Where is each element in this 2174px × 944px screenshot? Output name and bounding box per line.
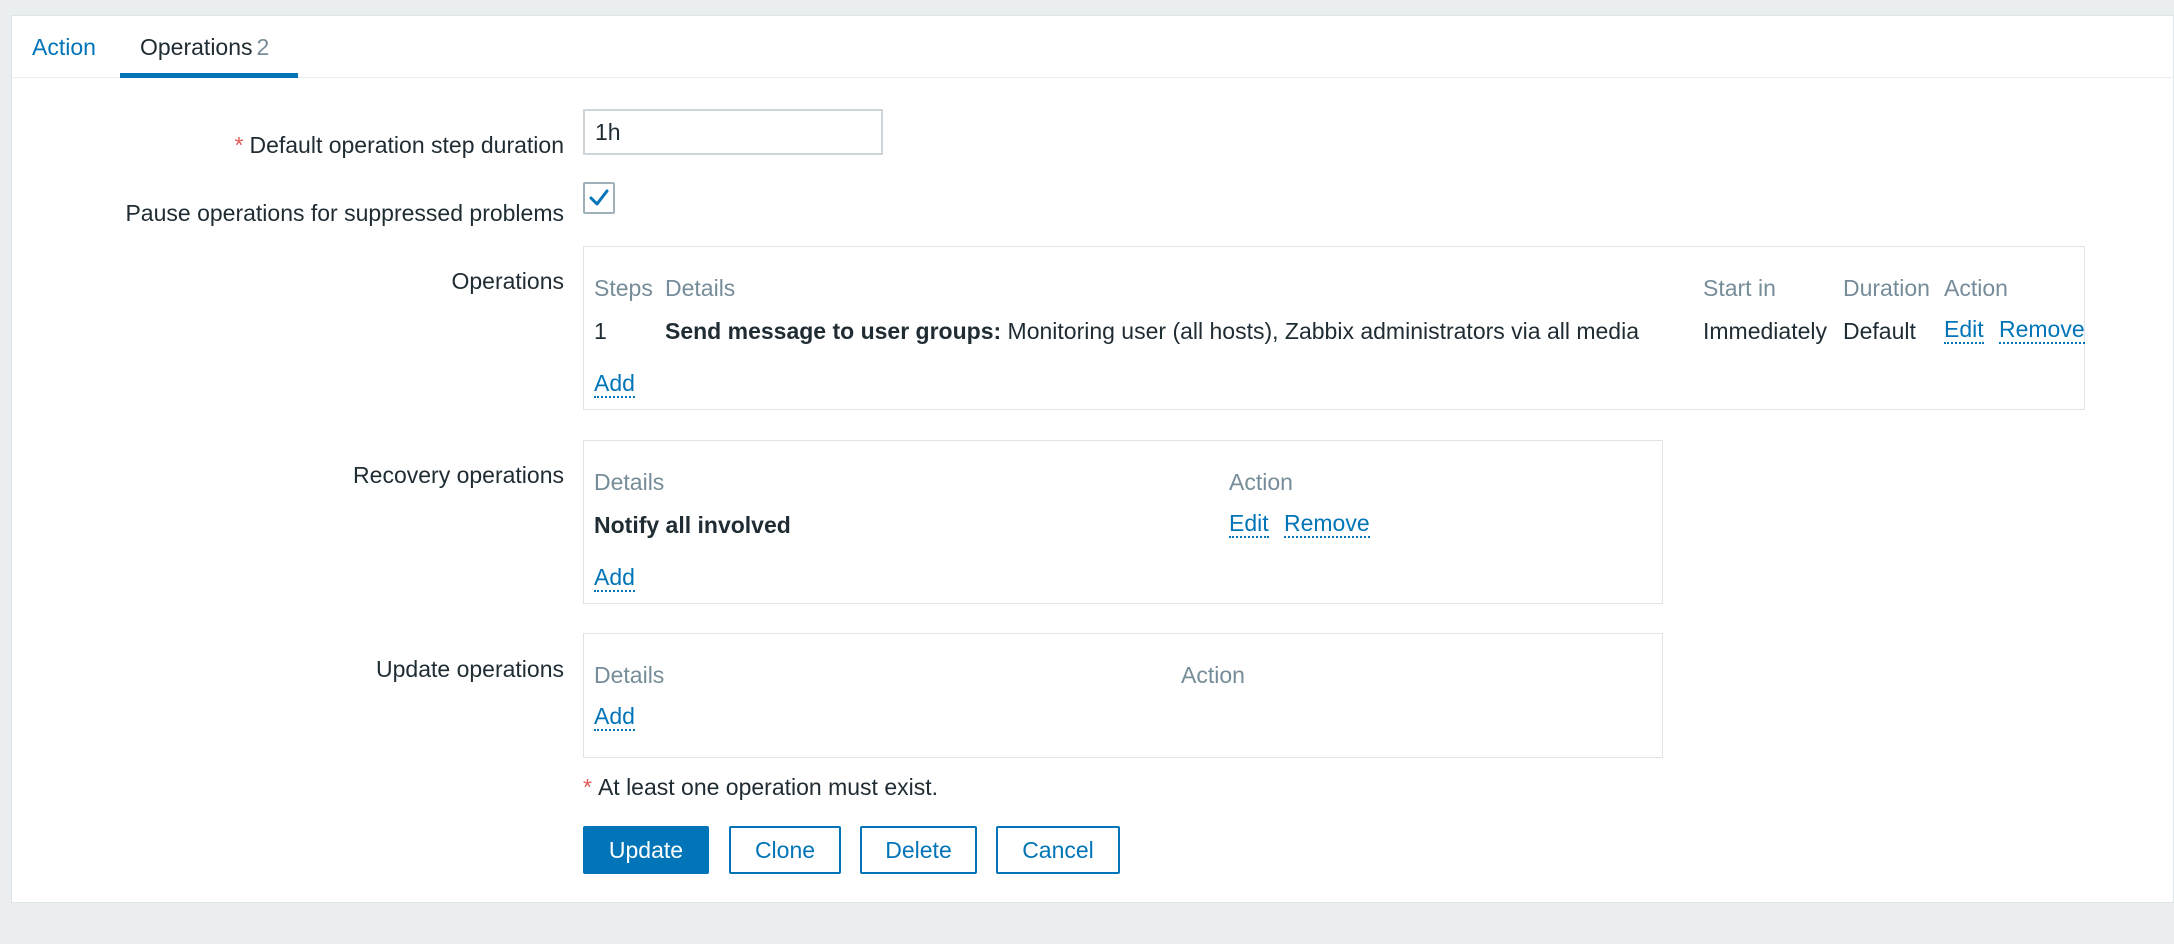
- col-steps: Steps: [594, 275, 653, 301]
- delete-button[interactable]: Delete: [860, 826, 977, 874]
- operation-details-text: Monitoring user (all hosts), Zabbix admi…: [1001, 318, 1639, 344]
- action-form-panel: Action Operations 2 * Default operation st…: [11, 15, 2174, 903]
- operation-duration: Default: [1843, 318, 1916, 344]
- tab-action[interactable]: Action: [32, 16, 96, 78]
- tab-operations-count: 2: [256, 34, 270, 60]
- step-duration-input[interactable]: [583, 109, 883, 155]
- validation-note: * At least one operation must exist.: [583, 774, 938, 801]
- recovery-remove-link[interactable]: Remove: [1284, 511, 1370, 538]
- required-mark: *: [583, 774, 592, 800]
- col-details: Details: [594, 469, 665, 495]
- add-recovery-operation-link[interactable]: Add: [594, 565, 635, 592]
- active-tab-indicator: [120, 73, 298, 78]
- update-operations-table: Details Action Add: [583, 633, 1663, 758]
- operation-remove-link[interactable]: Remove: [1999, 317, 2085, 344]
- col-details: Details: [594, 662, 665, 688]
- col-start-in: Start in: [1703, 275, 1776, 301]
- recovery-operations-table: Details Action Notify all involved Edit …: [583, 440, 1663, 604]
- col-action: Action: [1229, 469, 1293, 495]
- operation-start-in: Immediately: [1703, 318, 1827, 344]
- recovery-operations-label: Recovery operations: [353, 462, 564, 488]
- pause-suppressed-checkbox[interactable]: [583, 182, 615, 214]
- operations-table: Steps Details Start in Duration Action 1…: [583, 246, 2085, 410]
- operation-details-type: Send message to user groups:: [665, 318, 1002, 344]
- clone-button[interactable]: Clone: [729, 826, 841, 874]
- operation-edit-link[interactable]: Edit: [1944, 317, 1984, 344]
- operations-label: Operations: [451, 268, 564, 294]
- step-duration-label-text: Default operation step duration: [249, 132, 564, 158]
- checkmark-icon: [589, 189, 609, 206]
- tab-bar: Action Operations 2: [12, 16, 2173, 78]
- add-update-operation-link[interactable]: Add: [594, 704, 635, 731]
- col-action: Action: [1944, 275, 2008, 301]
- recovery-operation-details: Notify all involved: [594, 512, 791, 538]
- operation-step: 1: [594, 318, 607, 344]
- tab-action-label: Action: [32, 34, 96, 60]
- add-operation-link[interactable]: Add: [594, 371, 635, 398]
- update-operations-label: Update operations: [376, 656, 564, 682]
- recovery-edit-link[interactable]: Edit: [1229, 511, 1269, 538]
- col-details: Details: [665, 275, 736, 301]
- operation-details: Send message to user groups: Monitoring …: [665, 318, 1639, 345]
- step-duration-label: * Default operation step duration: [235, 132, 565, 159]
- tab-operations-label: Operations: [140, 34, 253, 60]
- validation-note-text: At least one operation must exist.: [597, 774, 939, 800]
- col-action: Action: [1181, 662, 1245, 688]
- update-button[interactable]: Update: [583, 826, 709, 874]
- cancel-button[interactable]: Cancel: [996, 826, 1120, 874]
- tab-operations[interactable]: Operations 2: [120, 16, 289, 78]
- col-duration: Duration: [1843, 275, 1930, 301]
- required-mark: *: [234, 132, 244, 158]
- pause-label: Pause operations for suppressed problems: [125, 200, 564, 226]
